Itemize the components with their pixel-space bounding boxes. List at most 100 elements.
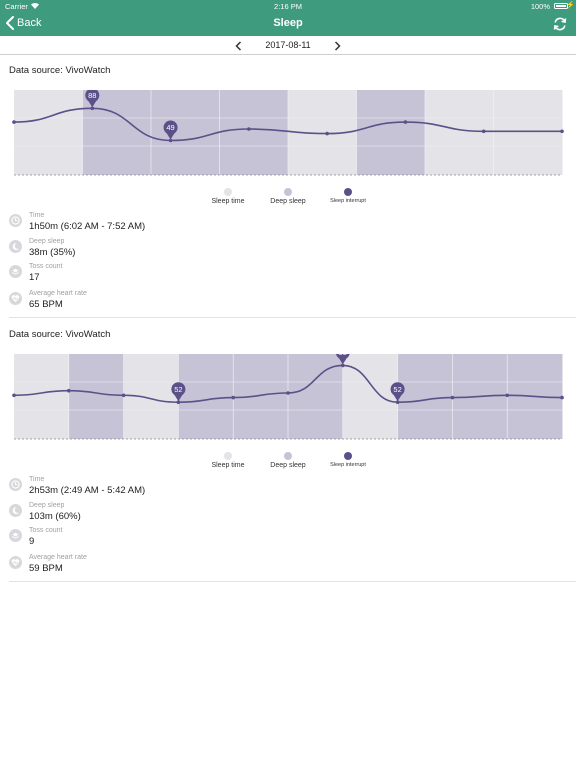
data-source-label: Data source: VivoWatch — [9, 65, 111, 76]
legend-swatch — [224, 188, 232, 196]
moon-icon — [9, 504, 22, 517]
chart-legend: Sleep time Deep sleep Sleep interrupt — [0, 452, 576, 474]
section-divider — [9, 317, 576, 318]
stat-time: Time 1h50m (6:02 AM - 7:52 AM) — [0, 212, 576, 238]
pin-label: 52 — [393, 385, 401, 394]
data-point — [231, 395, 235, 400]
sleep-band — [397, 354, 453, 439]
legend-swatch — [344, 452, 352, 460]
data-point — [12, 393, 16, 398]
stat-label: Toss count — [29, 527, 63, 534]
stat-label: Average heart rate — [29, 554, 87, 561]
sleep-band — [151, 90, 220, 175]
date-navigator: 2017-08-11 — [0, 36, 576, 55]
sleep-band — [233, 354, 289, 439]
navigation-bar: Back Sleep — [0, 12, 576, 36]
heart-rate-icon — [9, 292, 22, 305]
data-point — [325, 131, 329, 136]
stat-label: Average heart rate — [29, 290, 87, 297]
sleep-band — [14, 354, 70, 439]
chart-legend: Sleep time Deep sleep Sleep interrupt — [0, 188, 576, 210]
chevron-left-icon — [6, 16, 14, 30]
legend-label: Sleep interrupt — [330, 198, 366, 204]
sleep-band — [123, 354, 179, 439]
section-divider — [9, 581, 576, 582]
toss-icon — [9, 529, 22, 542]
data-point — [403, 120, 408, 124]
stat-label: Deep sleep — [29, 238, 65, 245]
moon-icon — [9, 240, 22, 253]
stat-value: 103m (60%) — [29, 511, 81, 522]
charging-icon: ⚡ — [566, 2, 575, 9]
legend-label: Deep sleep — [270, 462, 306, 469]
pin-label: 88 — [88, 91, 96, 100]
legend-deep-sleep: Deep sleep — [266, 452, 310, 469]
stat-value: 59 BPM — [29, 563, 63, 574]
legend-swatch — [344, 188, 352, 196]
data-point — [12, 120, 16, 124]
data-point — [450, 395, 455, 400]
legend-sleep-time: Sleep time — [208, 188, 248, 205]
page-title: Sleep — [273, 17, 303, 29]
clock-icon — [9, 214, 22, 227]
data-source-label: Data source: VivoWatch — [9, 329, 111, 340]
sleep-chart: 88 49 — [12, 90, 564, 176]
pin-label: 93 — [339, 354, 347, 357]
stat-value: 9 — [29, 536, 35, 547]
legend-swatch — [224, 452, 232, 460]
chevron-left-icon — [235, 41, 242, 51]
legend-label: Deep sleep — [270, 198, 306, 205]
pin-label: 49 — [166, 123, 174, 132]
data-point — [505, 393, 510, 398]
stat-value: 2h53m (2:49 AM - 5:42 AM) — [29, 485, 146, 496]
back-label: Back — [17, 17, 42, 29]
sleep-band — [219, 90, 289, 175]
sleep-band — [493, 90, 563, 175]
refresh-button[interactable] — [552, 16, 568, 32]
pin-label: 52 — [174, 385, 182, 394]
legend-swatch — [284, 188, 292, 196]
status-bar: Carrier 2:16 PM 100% ⚡ — [0, 0, 576, 12]
stat-value: 65 BPM — [29, 299, 63, 310]
legend-swatch — [284, 452, 292, 460]
stat-label: Deep sleep — [29, 502, 65, 509]
stat-label: Toss count — [29, 263, 63, 270]
sleep-band — [178, 354, 234, 439]
data-point — [481, 129, 486, 134]
back-button[interactable]: Back — [6, 16, 41, 30]
stat-toss-count: Toss count 9 — [0, 527, 576, 553]
data-point — [560, 395, 564, 400]
previous-day-button[interactable] — [233, 39, 245, 51]
status-time: 2:16 PM — [274, 2, 302, 11]
sleep-band — [356, 90, 426, 175]
stat-deep-sleep: Deep sleep 103m (60%) — [0, 502, 576, 528]
sleep-chart: 52 93 52 — [12, 354, 564, 440]
chevron-right-icon — [334, 41, 341, 51]
stat-deep-sleep: Deep sleep 38m (35%) — [0, 238, 576, 264]
refresh-icon — [553, 17, 567, 31]
battery-percent: 100% — [530, 2, 550, 11]
toss-icon — [9, 265, 22, 278]
stat-value: 17 — [29, 272, 40, 283]
legend-sleep-time: Sleep time — [208, 452, 248, 469]
data-point — [121, 393, 126, 398]
next-day-button[interactable] — [331, 39, 343, 51]
legend-sleep-interrupt: Sleep interrupt — [324, 188, 372, 204]
legend-sleep-interrupt: Sleep interrupt — [324, 452, 372, 468]
current-date: 2017-08-11 — [265, 40, 311, 50]
stat-value: 38m (35%) — [29, 247, 76, 258]
data-point — [286, 391, 290, 395]
stat-time: Time 2h53m (2:49 AM - 5:42 AM) — [0, 476, 576, 502]
data-point — [67, 388, 71, 393]
legend-label: Sleep time — [211, 462, 245, 469]
sleep-band — [14, 90, 83, 175]
stat-label: Time — [29, 476, 45, 483]
heart-rate-icon — [9, 556, 22, 569]
stat-value: 1h50m (6:02 AM - 7:52 AM) — [29, 221, 146, 232]
data-point — [560, 129, 564, 134]
stat-heart-rate: Average heart rate 59 BPM — [0, 554, 576, 580]
sleep-band — [68, 354, 125, 439]
stat-toss-count: Toss count 17 — [0, 263, 576, 289]
legend-deep-sleep: Deep sleep — [266, 188, 310, 205]
legend-label: Sleep time — [211, 198, 245, 205]
